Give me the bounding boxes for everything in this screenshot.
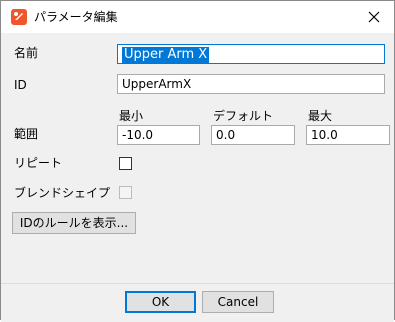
repeat-label: リピート (14, 156, 63, 170)
name-field[interactable]: Upper Arm X (117, 44, 385, 64)
default-field[interactable]: 0.0 (211, 125, 295, 145)
title-bar: パラメータ編集 (1, 1, 394, 33)
name-label: 名前 (14, 46, 39, 60)
cancel-button[interactable]: Cancel (202, 291, 274, 313)
id-field[interactable]: UpperArmX (117, 74, 385, 94)
close-icon (368, 11, 380, 23)
default-label: デフォルト (213, 109, 274, 123)
window-title: パラメータ編集 (34, 10, 118, 24)
max-label: 最大 (308, 109, 333, 123)
repeat-checkbox[interactable] (119, 157, 132, 170)
dialog-footer: OK Cancel (1, 283, 394, 322)
parameter-edit-dialog: パラメータ編集 名前 Upper Arm X ID UpperArmX 最小 デ… (0, 0, 395, 322)
blendshape-checkbox[interactable] (119, 186, 132, 199)
blendshape-label: ブレンドシェイプ (14, 186, 111, 200)
name-field-value: Upper Arm X (122, 47, 210, 63)
id-label: ID (14, 78, 27, 92)
ok-button[interactable]: OK (125, 291, 196, 313)
range-label: 範囲 (14, 127, 39, 141)
max-field[interactable]: 10.0 (306, 125, 390, 145)
min-field[interactable]: -10.0 (117, 125, 200, 145)
close-button[interactable] (360, 5, 388, 29)
dialog-body: 名前 Upper Arm X ID UpperArmX 最小 デフォルト 最大 … (1, 33, 394, 283)
app-logo-icon (11, 9, 27, 25)
min-label: 最小 (119, 109, 144, 123)
show-id-rules-button[interactable]: IDのルールを表示... (12, 212, 136, 234)
